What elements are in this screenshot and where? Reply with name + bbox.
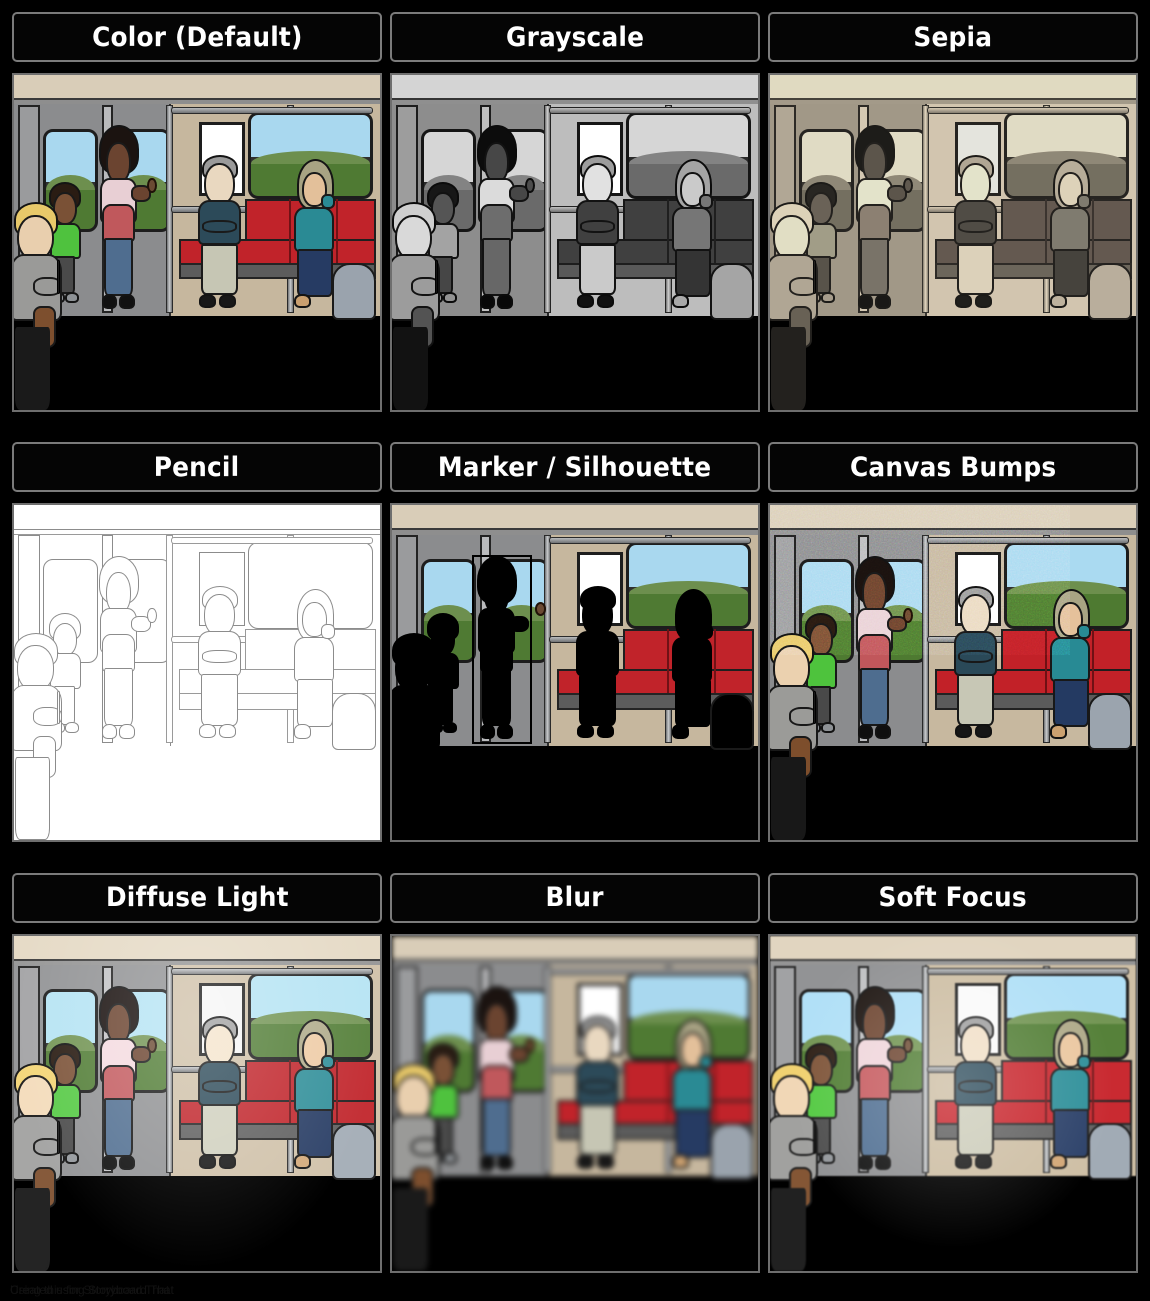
subway-scene: [14, 935, 380, 1271]
panel-header-soft-focus: Soft Focus: [768, 872, 1138, 923]
panel-canvas-bumps[interactable]: Canvas Bumps: [764, 440, 1142, 870]
panel-sepia[interactable]: Sepia: [764, 10, 1142, 440]
art-style-grid: Color (Default) Grayscale Sepia Pencil M…: [0, 0, 1150, 1301]
panel-title: Canvas Bumps: [849, 451, 1057, 483]
panel-image-blur[interactable]: [390, 933, 760, 1273]
panel-header-grayscale: Grayscale: [390, 12, 760, 62]
panel-color-default[interactable]: Color (Default): [8, 10, 386, 440]
panel-title: Grayscale: [505, 21, 645, 53]
panel-header-color-default: Color (Default): [12, 12, 382, 62]
panel-blur[interactable]: Blur: [386, 871, 764, 1301]
subway-scene: [770, 935, 1136, 1271]
panel-title: Marker / Silhouette: [438, 451, 712, 483]
panel-image-color-default[interactable]: [12, 73, 382, 412]
panel-title: Pencil: [154, 451, 240, 483]
panel-diffuse-light[interactable]: Diffuse Light: [8, 871, 386, 1301]
subway-scene: [14, 505, 380, 841]
subway-scene: [14, 75, 380, 410]
panel-header-canvas-bumps: Canvas Bumps: [768, 442, 1138, 493]
subway-scene: [392, 935, 758, 1271]
panel-grayscale[interactable]: Grayscale: [386, 10, 764, 440]
subway-scene: [770, 505, 1136, 841]
panel-marker-silhouette[interactable]: Marker / Silhouette: [386, 440, 764, 870]
panel-image-sepia[interactable]: [768, 73, 1138, 412]
panel-title: Color (Default): [91, 21, 303, 53]
subway-scene: [392, 75, 758, 410]
panel-pencil[interactable]: Pencil: [8, 440, 386, 870]
footer-attribution: Created using Storyboard That Using this…: [10, 1284, 174, 1297]
panel-title: Soft Focus: [878, 882, 1028, 914]
panel-title: Sepia: [913, 21, 993, 53]
panel-header-marker-silhouette: Marker / Silhouette: [390, 442, 760, 493]
subway-scene: [770, 75, 1136, 410]
panel-image-pencil[interactable]: [12, 503, 382, 843]
panel-image-grayscale[interactable]: [390, 73, 760, 412]
panel-title: Diffuse Light: [105, 882, 289, 914]
panel-header-pencil: Pencil: [12, 442, 382, 493]
panel-soft-focus[interactable]: Soft Focus: [764, 871, 1142, 1301]
panel-image-soft-focus[interactable]: [768, 933, 1138, 1273]
panel-header-diffuse-light: Diffuse Light: [12, 872, 382, 923]
panel-image-canvas-bumps[interactable]: [768, 503, 1138, 843]
footer-line-2: Using this for Storyboard That: [10, 1283, 170, 1297]
subway-scene: [392, 505, 758, 841]
panel-title: Blur: [545, 882, 605, 914]
panel-header-blur: Blur: [390, 872, 760, 923]
panel-image-marker-silhouette[interactable]: [390, 503, 760, 843]
panel-image-diffuse-light[interactable]: [12, 933, 382, 1273]
panel-header-sepia: Sepia: [768, 12, 1138, 62]
